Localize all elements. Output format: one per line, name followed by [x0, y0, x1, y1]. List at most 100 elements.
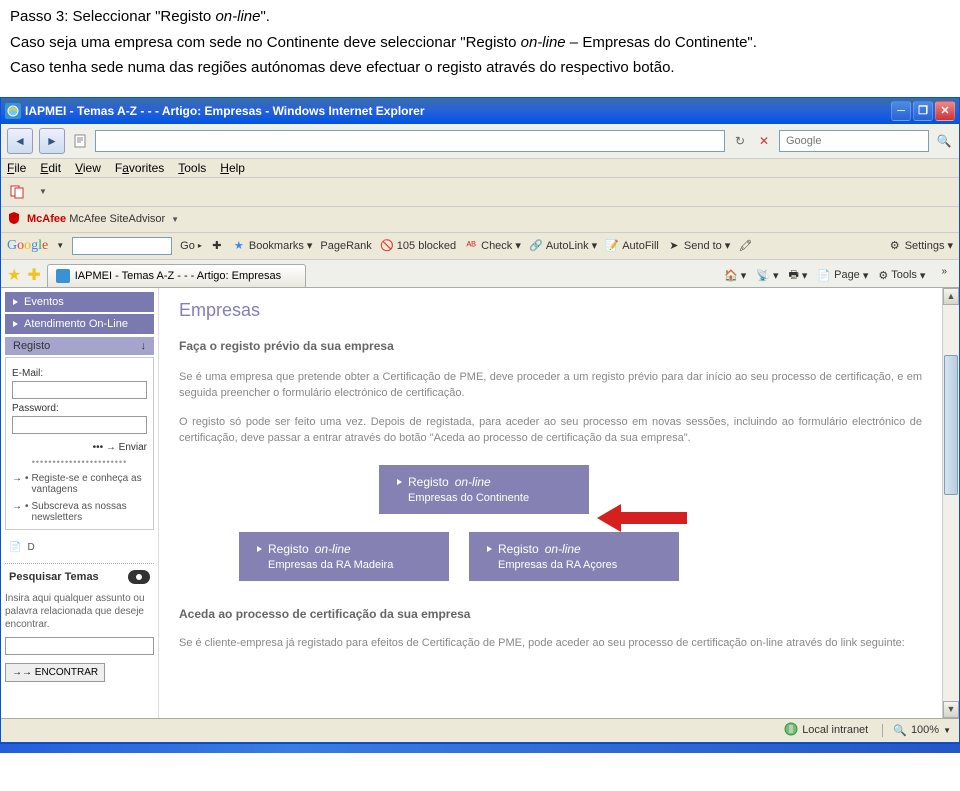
google-pagerank[interactable]: PageRank [320, 240, 371, 252]
register-link[interactable]: →•Registe-se e conheça as vantagens [12, 473, 147, 495]
url-input[interactable] [95, 130, 725, 152]
google-sendto[interactable]: ➤Send to▾ [667, 239, 730, 253]
more-chevron-icon[interactable]: » [935, 266, 953, 285]
google-dropdown-icon[interactable]: ▼ [56, 241, 64, 250]
close-button[interactable]: ✕ [935, 101, 955, 121]
arrow-icon [397, 479, 402, 485]
minimize-button[interactable]: ─ [891, 101, 911, 121]
feeds-button[interactable]: 📡▾ [756, 266, 778, 285]
status-bar: Local intranet 🔍 100% ▼ [1, 718, 959, 742]
document-instructions: Passo 3: Seleccionar "Registo on-line". … [0, 0, 960, 97]
zoom-control[interactable]: 🔍 100% ▼ [882, 724, 951, 737]
red-arrow-annotation [597, 502, 687, 534]
menu-edit[interactable]: Edit [40, 161, 61, 175]
page-menu[interactable]: 📄Page ▾ [817, 266, 868, 285]
email-label: E-Mail: [12, 368, 147, 379]
subscribe-link[interactable]: →•Subscreva as nossas newsletters [12, 501, 147, 523]
mcafee-shield-icon [7, 211, 21, 228]
sidebar-item-atendimento[interactable]: Atendimento On-Line [5, 314, 154, 334]
scroll-thumb[interactable] [944, 355, 958, 495]
zoom-icon: 🔍 [893, 724, 907, 737]
tools-icon: ⚙ [878, 269, 888, 282]
page-content: Eventos Atendimento On-Line Registo ↓ E-… [1, 288, 959, 718]
doc-icon: 📄 [9, 542, 21, 553]
favorites-star-icon[interactable]: ★ [7, 265, 21, 285]
password-input[interactable] [12, 416, 147, 434]
menu-favorites[interactable]: Favorites [115, 161, 164, 175]
google-search-input[interactable] [72, 237, 172, 255]
password-label: Password: [12, 403, 147, 414]
vertical-scrollbar[interactable]: ▲ ▼ [942, 288, 959, 718]
tab-label: IAPMEI - Temas A-Z - - - Artigo: Empresa… [75, 270, 281, 282]
google-check[interactable]: ᴬᴮCheck▾ [464, 239, 521, 253]
tab-bar: ★ ✚ IAPMEI - Temas A-Z - - - Artigo: Emp… [1, 260, 959, 288]
dropdown-icon[interactable]: ▼ [33, 182, 53, 202]
google-autofill[interactable]: 📝AutoFill [605, 239, 659, 253]
registo-continente-button[interactable]: Registo on-line Empresas do Continente [379, 465, 589, 514]
window-title: IAPMEI - Temas A-Z - - - Artigo: Empresa… [25, 104, 891, 118]
registo-acores-button[interactable]: Registo on-line Empresas da RA Açores [469, 532, 679, 581]
home-button[interactable]: 🏠▾ [724, 266, 746, 285]
sidebar-d-item[interactable]: 📄 D [5, 538, 154, 557]
google-autolink[interactable]: 🔗AutoLink▾ [529, 239, 597, 253]
enviar-button[interactable]: ••• → Enviar [12, 442, 147, 453]
down-arrow-icon: ↓ [141, 340, 147, 352]
sidebar: Eventos Atendimento On-Line Registo ↓ E-… [1, 288, 159, 718]
divider: ••••••••••••••••••••••• [12, 457, 147, 467]
encontrar-button[interactable]: →→ ENCONTRAR [5, 663, 105, 682]
convert-icon[interactable] [7, 182, 27, 202]
search-themes-input[interactable] [5, 637, 154, 655]
scroll-up-button[interactable]: ▲ [943, 288, 959, 305]
print-icon: 🖶 [788, 266, 798, 285]
sidebar-item-eventos[interactable]: Eventos [5, 292, 154, 312]
stop-icon[interactable]: ✕ [755, 132, 773, 150]
google-blocked[interactable]: 🚫105 blocked [380, 239, 456, 253]
email-input[interactable] [12, 381, 147, 399]
section-title-2: Aceda ao processo de certificação da sua… [179, 607, 922, 621]
eye-icon [128, 570, 150, 584]
page-icon: 📄 [817, 269, 831, 282]
google-settings[interactable]: ⚙Settings▾ [888, 239, 953, 253]
menu-help[interactable]: Help [220, 161, 245, 175]
ie-icon [5, 103, 21, 119]
taskbar [0, 743, 960, 753]
arrow-icon [13, 321, 18, 327]
sidebar-registo-header: Registo ↓ [5, 337, 154, 355]
tab-favicon-icon [56, 269, 70, 283]
menu-file[interactable]: File [7, 161, 26, 175]
browser-tab[interactable]: IAPMEI - Temas A-Z - - - Artigo: Empresa… [47, 264, 306, 287]
tools-menu[interactable]: ⚙Tools ▾ [878, 266, 925, 285]
page-title: Empresas [179, 300, 922, 321]
scroll-track[interactable] [943, 305, 959, 701]
google-go-button[interactable]: Go ▸ [180, 240, 202, 252]
maximize-button[interactable]: ❐ [913, 101, 933, 121]
google-toolbar: Google ▼ Go ▸ ✚ ★Bookmarks▾ PageRank 🚫10… [1, 233, 959, 260]
add-favorites-icon[interactable]: ✚ [27, 265, 40, 285]
print-button[interactable]: 🖶▾ [788, 266, 807, 285]
login-box: E-Mail: Password: ••• → Enviar •••••••••… [5, 357, 154, 530]
forward-button[interactable]: ► [39, 128, 65, 154]
mcafee-dropdown-icon[interactable]: ▼ [171, 215, 179, 224]
registo-madeira-button[interactable]: Registo on-line Empresas da RA Madeira [239, 532, 449, 581]
page-icon [71, 132, 89, 150]
address-bar: ◄ ► ↻ ✕ 🔍 [1, 124, 959, 159]
toolbar: ▼ [1, 178, 959, 207]
search-themes-header: Pesquisar Temas [5, 563, 154, 588]
google-bookmarks[interactable]: ★Bookmarks▾ [232, 239, 313, 253]
arrow-icon [257, 546, 262, 552]
search-themes-text: Insira aqui qualquer assunto ou palavra … [5, 592, 154, 631]
scroll-down-button[interactable]: ▼ [943, 701, 959, 718]
section-title: Faça o registo prévio da sua empresa [179, 339, 922, 353]
home-icon: 🏠 [724, 269, 738, 282]
google-highlight-icon[interactable]: 🖍 [738, 239, 752, 253]
back-button[interactable]: ◄ [7, 128, 33, 154]
security-zone: Local intranet [784, 722, 868, 739]
refresh-icon[interactable]: ↻ [731, 132, 749, 150]
paragraph-3: Se é cliente-empresa já registado para e… [179, 635, 922, 652]
menu-tools[interactable]: Tools [178, 161, 206, 175]
mcafee-label: McAfee McAfee SiteAdvisor [27, 213, 165, 225]
search-input[interactable] [779, 130, 929, 152]
menu-view[interactable]: View [75, 161, 101, 175]
google-new-icon[interactable]: ✚ [210, 239, 224, 253]
search-icon[interactable]: 🔍 [935, 132, 953, 150]
